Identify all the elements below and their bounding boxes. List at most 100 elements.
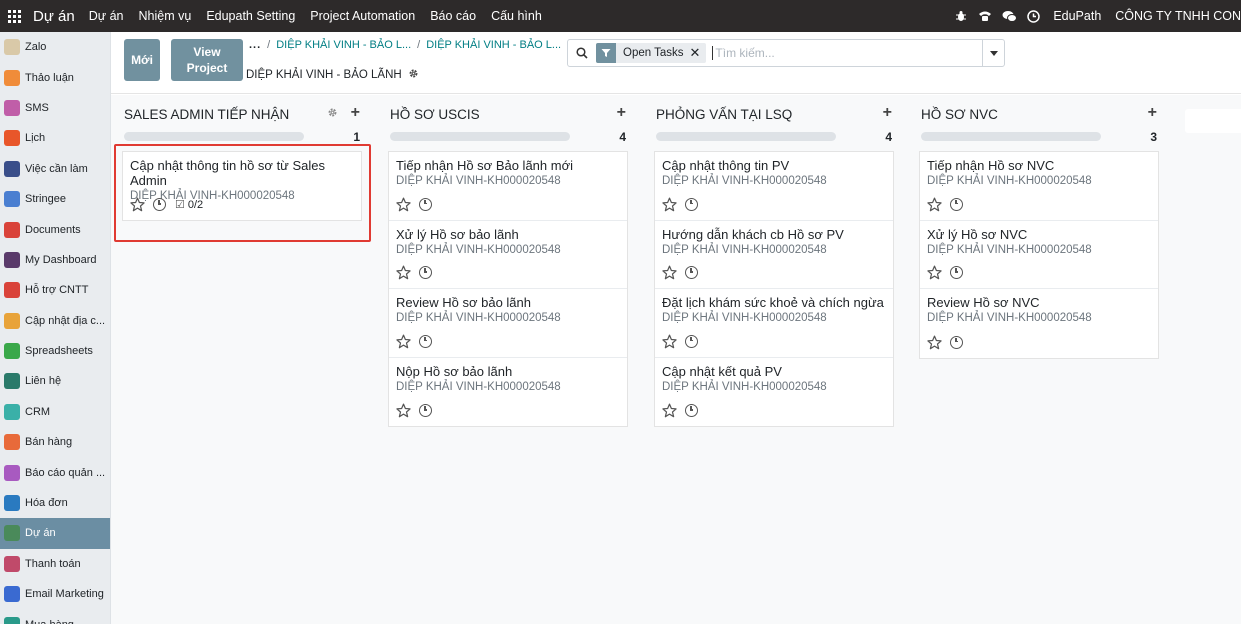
menu-nhiem-vu[interactable]: Nhiệm vụ (139, 9, 192, 23)
sidebar-item[interactable]: Hóa đơn (0, 488, 110, 518)
activity-clock-icon[interactable] (685, 197, 698, 211)
clock-activity-icon[interactable] (1025, 8, 1041, 24)
column-progress-bar[interactable] (124, 132, 304, 141)
app-brand[interactable]: Dự án (33, 8, 75, 25)
search-input[interactable] (712, 46, 973, 60)
column-title[interactable]: HỒ SƠ USCIS (390, 107, 480, 122)
task-card[interactable]: Hướng dẫn khách cb Hồ sơ PV DIỆP KHẢI VIN… (655, 221, 893, 289)
close-icon[interactable]: ✕ (690, 45, 707, 61)
menu-bao-cao[interactable]: Báo cáo (430, 9, 476, 23)
task-card[interactable]: Review Hồ sơ NVC DIỆP KHẢI VINH-KH0000205… (920, 289, 1158, 358)
sidebar-item[interactable]: Mua hàng (0, 609, 110, 624)
gear-icon[interactable] (408, 68, 419, 82)
task-card[interactable]: Xử lý Hồ sơ NVC DIỆP KHẢI VINH-KH00002054… (920, 221, 1158, 289)
quick-create-plus-icon[interactable]: + (1148, 104, 1157, 122)
task-card[interactable]: Xử lý Hồ sơ bảo lãnh DIỆP KHẢI VINH-KH000… (389, 221, 627, 289)
activity-clock-icon[interactable] (419, 404, 432, 417)
search-facet[interactable]: Open Tasks ✕ (596, 43, 707, 63)
company-switcher[interactable]: EduPath (1053, 9, 1101, 23)
activity-clock-icon[interactable] (419, 197, 432, 211)
sidebar-item[interactable]: SMS (0, 93, 110, 123)
star-icon[interactable] (130, 197, 145, 212)
new-button[interactable]: Mới (124, 39, 160, 81)
phone-icon[interactable] (977, 8, 993, 24)
sidebar-item[interactable]: Email Marketing (0, 579, 110, 609)
quick-create-plus-icon[interactable]: + (351, 104, 360, 122)
activity-clock-icon[interactable] (153, 198, 166, 211)
menu-edupath-setting[interactable]: Edupath Setting (206, 9, 295, 23)
task-card[interactable]: Tiếp nhận Hồ sơ Bảo lãnh mới DIỆP KHẢI VI… (389, 152, 627, 221)
sidebar-item[interactable]: Lịch (0, 123, 110, 153)
star-icon[interactable] (662, 403, 677, 418)
bug-icon[interactable] (953, 8, 969, 24)
column-title[interactable]: PHỎNG VẤN TẠI LSQ (656, 107, 792, 122)
task-card[interactable]: Cập nhật kết quả PV DIỆP KHẢI VINH-KH0000… (655, 358, 893, 427)
activity-clock-icon[interactable] (685, 266, 698, 279)
activity-clock-icon[interactable] (950, 335, 963, 349)
task-card[interactable]: Nộp Hồ sơ bảo lãnh DIỆP KHẢI VINH-KH00002… (389, 358, 627, 427)
star-icon[interactable] (396, 197, 411, 212)
activity-clock-icon[interactable] (950, 197, 963, 211)
quick-create-plus-icon[interactable]: + (883, 104, 892, 122)
sidebar-item[interactable]: Hỗ trợ CNTT (0, 275, 110, 305)
sidebar-item[interactable]: Zalo (0, 32, 110, 62)
chat-icon[interactable] (1001, 8, 1017, 24)
view-project-button[interactable]: View Project (171, 39, 243, 81)
sidebar-item[interactable]: Bán hàng (0, 427, 110, 457)
checkbox-icon: ☑ (175, 199, 185, 211)
sidebar-item[interactable]: Liên hệ (0, 366, 110, 396)
column-progress-bar[interactable] (390, 132, 570, 141)
task-card[interactable]: Review Hồ sơ bảo lãnh DIỆP KHẢI VINH-KH00… (389, 289, 627, 358)
breadcrumb-more[interactable]: ... (249, 39, 261, 51)
menu-du-an[interactable]: Dự án (89, 9, 124, 23)
task-card[interactable]: Đặt lịch khám sức khoẻ và chích ngừa DIỆP… (655, 289, 893, 358)
task-title: Tiếp nhận Hồ sơ NVC (927, 158, 1055, 173)
task-card[interactable]: Tiếp nhận Hồ sơ NVC DIỆP KHẢI VINH-KH0000… (920, 152, 1158, 221)
chevron-down-icon[interactable] (982, 40, 1004, 66)
star-icon[interactable] (662, 334, 677, 349)
checklist-counter: ☑ 0/2 (175, 198, 203, 212)
sidebar-item[interactable]: Spreadsheets (0, 336, 110, 366)
menu-cau-hinh[interactable]: Cấu hình (491, 9, 542, 23)
sidebar-item[interactable]: Documents (0, 214, 110, 244)
app-icon (4, 221, 20, 238)
column-progress-bar[interactable] (921, 132, 1101, 141)
add-column-placeholder[interactable] (1185, 109, 1241, 133)
star-icon[interactable] (927, 197, 942, 212)
activity-clock-icon[interactable] (685, 334, 698, 348)
activity-clock-icon[interactable] (950, 266, 963, 279)
sidebar-item[interactable]: Thanh toán (0, 549, 110, 579)
search-icon[interactable] (570, 40, 594, 66)
breadcrumb-link-2[interactable]: DIỆP KHẢI VINH - BẢO L... (426, 39, 561, 51)
star-icon[interactable] (927, 335, 942, 350)
star-icon[interactable] (396, 334, 411, 349)
sidebar-item[interactable]: Việc cần làm (0, 154, 110, 184)
apps-menu-icon[interactable] (0, 0, 28, 32)
activity-clock-icon[interactable] (419, 266, 432, 279)
sidebar-item[interactable]: Cập nhật địa c... (0, 306, 110, 336)
star-icon[interactable] (396, 265, 411, 280)
column-title[interactable]: SALES ADMIN TIẾP NHẬN (124, 107, 289, 122)
star-icon[interactable] (396, 403, 411, 418)
sidebar-item[interactable]: My Dashboard (0, 245, 110, 275)
sidebar-item[interactable]: Thảo luận (0, 62, 110, 92)
sidebar-item[interactable]: Dự án (0, 518, 110, 549)
sidebar-item[interactable]: Báo cáo quản ... (0, 457, 110, 487)
task-card[interactable]: Cập nhật thông tin PV DIỆP KHẢI VINH-KH00… (655, 152, 893, 221)
star-icon[interactable] (662, 265, 677, 280)
column-settings-gear-icon[interactable] (327, 107, 338, 121)
column-title[interactable]: HỒ SƠ NVC (921, 107, 998, 122)
menu-project-automation[interactable]: Project Automation (310, 9, 415, 23)
activity-clock-icon[interactable] (419, 334, 432, 348)
user-company-name[interactable]: CÔNG TY TNHH CON (1115, 9, 1241, 23)
star-icon[interactable] (927, 265, 942, 280)
sidebar-item[interactable]: CRM (0, 397, 110, 427)
sidebar-item-label: Mua hàng (25, 619, 74, 624)
star-icon[interactable] (662, 197, 677, 212)
sidebar-item[interactable]: Stringee (0, 184, 110, 214)
quick-create-plus-icon[interactable]: + (617, 104, 626, 122)
breadcrumb-link-1[interactable]: DIỆP KHẢI VINH - BẢO L... (276, 39, 411, 51)
activity-clock-icon[interactable] (685, 404, 698, 417)
column-progress-bar[interactable] (656, 132, 836, 141)
task-card[interactable]: Cập nhật thông tin hồ sơ từ Sales Admin D… (123, 152, 361, 220)
